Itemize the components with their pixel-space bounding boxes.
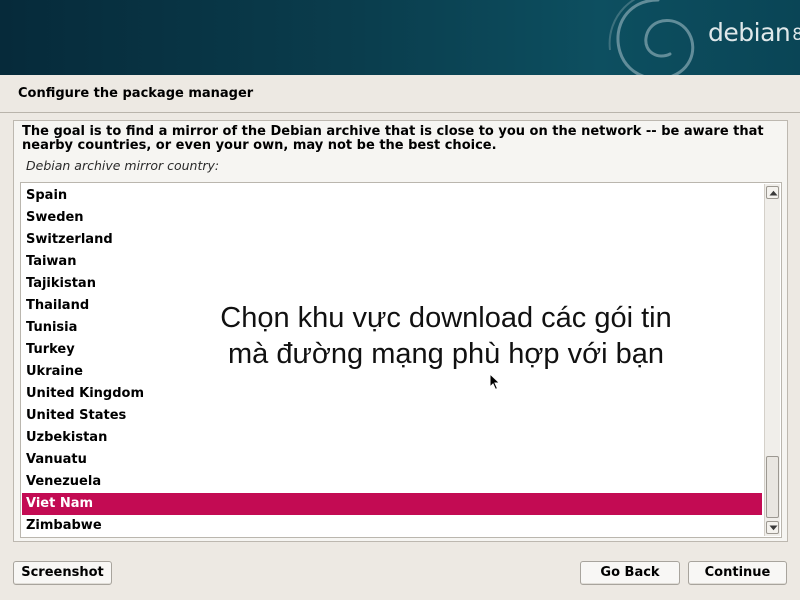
country-list-item[interactable]: Spain bbox=[22, 185, 762, 207]
debian-swirl-icon bbox=[608, 0, 695, 75]
brand-name: debian bbox=[708, 18, 791, 47]
country-list-item[interactable]: Taiwan bbox=[22, 251, 762, 273]
arrow-down-icon bbox=[769, 525, 778, 531]
page-title: Configure the package manager bbox=[18, 86, 254, 101]
scroll-down-button[interactable] bbox=[766, 521, 779, 534]
arrow-up-icon bbox=[769, 190, 778, 196]
mirror-country-label: Debian archive mirror country: bbox=[26, 158, 220, 173]
title-separator bbox=[0, 112, 800, 113]
annotation-line-2: mà đường mạng phù hợp với bạn bbox=[228, 338, 664, 370]
country-list-item[interactable]: United States bbox=[22, 405, 762, 427]
country-list-item[interactable]: Vanuatu bbox=[22, 449, 762, 471]
screenshot-button[interactable]: Screenshot bbox=[13, 561, 112, 585]
scrollbar-thumb[interactable] bbox=[766, 456, 779, 518]
go-back-button[interactable]: Go Back bbox=[580, 561, 680, 585]
banner: debian 8 bbox=[0, 0, 800, 75]
country-list-item[interactable]: Uzbekistan bbox=[22, 427, 762, 449]
annotation-line-1: Chọn khu vực download các gói tin bbox=[220, 302, 672, 334]
country-list-item[interactable]: Venezuela bbox=[22, 471, 762, 493]
country-list-item[interactable]: United Kingdom bbox=[22, 383, 762, 405]
installer-window: debian 8 Configure the package manager Th… bbox=[0, 0, 800, 600]
country-list-item[interactable]: Viet Nam bbox=[22, 493, 762, 515]
country-list-item[interactable]: Switzerland bbox=[22, 229, 762, 251]
list-scrollbar[interactable] bbox=[764, 184, 780, 536]
mouse-cursor-icon bbox=[489, 373, 501, 391]
country-list-item[interactable]: Zimbabwe bbox=[22, 515, 762, 537]
country-list-item[interactable]: Sweden bbox=[22, 207, 762, 229]
description-text: The goal is to find a mirror of the Debi… bbox=[22, 124, 764, 153]
continue-button[interactable]: Continue bbox=[688, 561, 787, 585]
brand-version: 8 bbox=[792, 25, 800, 45]
debian-logo-text: debian 8 bbox=[708, 18, 800, 48]
scroll-up-button[interactable] bbox=[766, 186, 779, 199]
country-list-item[interactable]: Tajikistan bbox=[22, 273, 762, 295]
annotation-overlay: Chọn khu vực download các gói tin mà đườ… bbox=[150, 300, 742, 372]
